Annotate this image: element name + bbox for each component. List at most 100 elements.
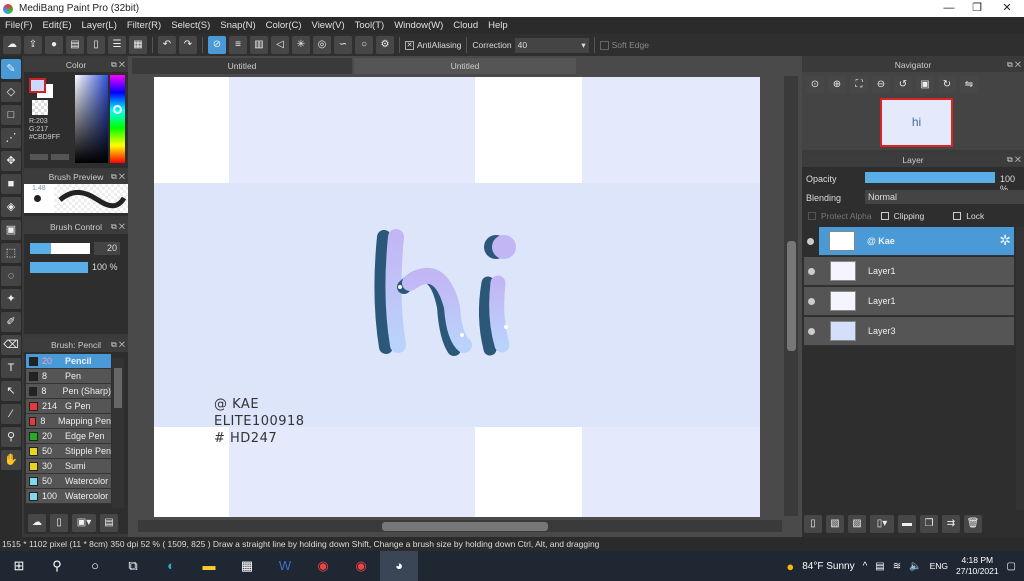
clipping-checkbox[interactable] bbox=[880, 212, 889, 220]
blending-select[interactable]: Normal bbox=[865, 190, 1024, 204]
volume-icon[interactable]: 🔈 bbox=[909, 561, 921, 572]
delete-layer-icon[interactable]: 🗑 bbox=[964, 515, 982, 533]
color-pick-button[interactable] bbox=[51, 154, 69, 160]
dot-tool-icon[interactable]: ⋰ bbox=[1, 128, 21, 148]
circle-snap-icon[interactable]: ○ bbox=[355, 36, 373, 54]
new-layer-icon[interactable]: ▯ bbox=[804, 515, 822, 533]
weather-text[interactable]: 84°F Sunny bbox=[802, 561, 854, 572]
cloud-icon[interactable]: ☁ bbox=[3, 36, 21, 54]
snap-off-icon[interactable]: ⊘ bbox=[208, 36, 226, 54]
move-tool-icon[interactable]: ✥ bbox=[1, 151, 21, 171]
store-icon[interactable]: ▦ bbox=[228, 551, 266, 581]
brush-item[interactable]: 30 Sumi bbox=[26, 459, 111, 474]
zoom-in-icon[interactable]: ⊕ bbox=[828, 76, 846, 94]
layer-visibility-toggle[interactable] bbox=[808, 268, 815, 275]
chrome-icon[interactable]: ◉ bbox=[304, 551, 342, 581]
task-view-icon[interactable]: ⧉ bbox=[114, 551, 152, 581]
layer-visibility-toggle[interactable] bbox=[808, 328, 815, 335]
hue-slider[interactable] bbox=[110, 75, 125, 163]
antialiasing-checkbox[interactable]: ✕ bbox=[405, 40, 414, 50]
start-icon[interactable]: ⊞ bbox=[0, 551, 38, 581]
panel-close-icon[interactable]: ⧉ ✕ bbox=[111, 338, 125, 352]
color-add-button[interactable] bbox=[30, 154, 48, 160]
chrome-icon[interactable]: ◉ bbox=[342, 551, 380, 581]
list-icon[interactable]: ☰ bbox=[108, 36, 126, 54]
edge-icon[interactable]: ◐ bbox=[152, 551, 190, 581]
medibang-icon[interactable]: ◕ bbox=[380, 551, 418, 581]
foreground-color-swatch[interactable] bbox=[29, 78, 46, 93]
new-8bit-layer-icon[interactable]: ▨ bbox=[848, 515, 866, 533]
parallel-snap-icon[interactable]: ≡ bbox=[229, 36, 247, 54]
saturation-value-picker[interactable] bbox=[75, 75, 108, 163]
wifi-icon[interactable]: ≋ bbox=[893, 561, 901, 572]
soft-edge-checkbox[interactable] bbox=[599, 40, 609, 50]
layer-row-layer1[interactable]: Layer1 bbox=[804, 287, 1014, 316]
rectangle-tool-icon[interactable]: □ bbox=[1, 105, 21, 125]
lock-checkbox[interactable] bbox=[953, 212, 962, 220]
brush-item[interactable]: 214 G Pen bbox=[26, 399, 111, 414]
menu-edit[interactable]: Edit(E) bbox=[37, 20, 76, 31]
flip-icon[interactable]: ⇋ bbox=[960, 76, 978, 94]
vertical-scrollbar[interactable] bbox=[784, 76, 798, 516]
clock[interactable]: 4:18 PM 27/10/2021 bbox=[956, 555, 999, 577]
select-eraser-tool-icon[interactable]: ⌫ bbox=[1, 335, 21, 355]
brush-opacity-slider[interactable] bbox=[30, 262, 88, 273]
tab-untitled-2[interactable]: Untitled bbox=[354, 58, 576, 74]
notification-icon[interactable]: ▢ bbox=[1007, 561, 1016, 572]
comment-icon[interactable]: ● bbox=[45, 36, 63, 54]
layer-opacity-slider[interactable] bbox=[865, 172, 995, 183]
menu-cloud[interactable]: Cloud bbox=[448, 20, 483, 31]
file-explorer-icon[interactable]: ▬ bbox=[190, 551, 228, 581]
cloud-brush-icon[interactable]: ☁ bbox=[28, 514, 46, 532]
cortana-icon[interactable]: ○ bbox=[76, 551, 114, 581]
brush-size-value[interactable]: 20 bbox=[94, 242, 120, 255]
eyedropper-tool-icon[interactable]: ⚲ bbox=[1, 427, 21, 447]
network-icon[interactable]: ▤ bbox=[875, 561, 884, 572]
add-layer-dropdown-icon[interactable]: ▯▾ bbox=[870, 515, 894, 533]
curve-snap-icon[interactable]: ∽ bbox=[334, 36, 352, 54]
brush-settings-icon[interactable]: ▤ bbox=[100, 514, 118, 532]
brush-item[interactable]: 50 Stipple Pen bbox=[26, 444, 111, 459]
menu-snap[interactable]: Snap(N) bbox=[215, 20, 260, 31]
new-brush-icon[interactable]: ▯ bbox=[50, 514, 68, 532]
gear-icon[interactable]: ✲ bbox=[999, 232, 1011, 249]
protect-alpha-checkbox[interactable] bbox=[808, 212, 816, 220]
language-indicator[interactable]: ENG bbox=[930, 561, 948, 571]
navigator-thumbnail[interactable]: hi bbox=[880, 98, 953, 147]
undo-icon[interactable]: ↶ bbox=[158, 36, 176, 54]
new-halftone-layer-icon[interactable]: ▧ bbox=[826, 515, 844, 533]
folder-icon[interactable]: ▬ bbox=[898, 515, 916, 533]
brush-item[interactable]: 8 Mapping Pen bbox=[26, 414, 111, 429]
layer-visibility-toggle[interactable] bbox=[808, 298, 815, 305]
reset-rotation-icon[interactable]: ▣ bbox=[916, 76, 934, 94]
layer-row-kae[interactable]: @ Kae ✲ bbox=[819, 227, 1014, 256]
settings-snap-icon[interactable]: ⚙ bbox=[376, 36, 394, 54]
brush-item[interactable]: 20 Pencil bbox=[26, 354, 111, 369]
menu-select[interactable]: Select(S) bbox=[166, 20, 215, 31]
tray-chevron-icon[interactable]: ^ bbox=[863, 561, 868, 572]
brush-item[interactable]: 8 Pen bbox=[26, 369, 111, 384]
gradient-tool-icon[interactable]: ▣ bbox=[1, 220, 21, 240]
menu-window[interactable]: Window(W) bbox=[389, 20, 448, 31]
divide-tool-icon[interactable]: ⁄ bbox=[1, 404, 21, 424]
share-icon[interactable]: ⇪ bbox=[24, 36, 42, 54]
rotate-right-icon[interactable]: ↻ bbox=[938, 76, 956, 94]
menu-color[interactable]: Color(C) bbox=[261, 20, 307, 31]
minimize-button[interactable]: — bbox=[934, 0, 964, 17]
select-pen-tool-icon[interactable]: ✐ bbox=[1, 312, 21, 332]
panel-close-icon[interactable]: ⧉ ✕ bbox=[111, 58, 125, 72]
panel-close-icon[interactable]: ⧉ ✕ bbox=[111, 220, 125, 234]
drawing-canvas[interactable]: @ KAE ELITE100918 # HD247 bbox=[154, 77, 760, 517]
panel-close-icon[interactable]: ⧉ ✕ bbox=[1007, 58, 1021, 72]
merge-layer-icon[interactable]: ⇉ bbox=[942, 515, 960, 533]
concentric-snap-icon[interactable]: ◎ bbox=[313, 36, 331, 54]
brush-list-scrollbar[interactable] bbox=[112, 358, 124, 508]
search-icon[interactable]: ⚲ bbox=[38, 551, 76, 581]
close-button[interactable]: ✕ bbox=[992, 0, 1022, 17]
horizontal-scrollbar[interactable] bbox=[138, 520, 782, 532]
panel-close-icon[interactable]: ⧉ ✕ bbox=[1007, 153, 1021, 167]
menu-help[interactable]: Help bbox=[483, 20, 513, 31]
brush-item[interactable]: 8 Pen (Sharp) bbox=[26, 384, 111, 399]
brush-item[interactable]: 100 Watercolor bbox=[26, 489, 111, 504]
duplicate-layer-icon[interactable]: ❐ bbox=[920, 515, 938, 533]
